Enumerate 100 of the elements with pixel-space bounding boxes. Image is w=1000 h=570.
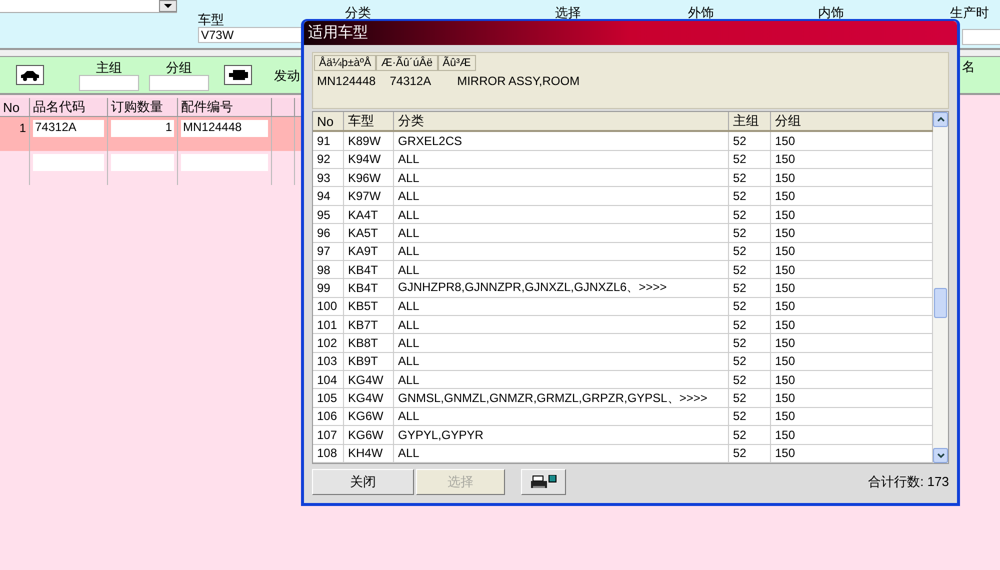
field-label: 主组 [96,60,122,74]
table-cell: 102 [313,334,344,352]
table-cell: 150 [770,444,932,462]
table-cell: 150 [770,334,932,352]
scrollbar-thumb[interactable] [934,288,947,318]
table-cell: KB5T [344,297,394,316]
column-header: Æ·Ãû´úÂë [376,55,438,71]
table-cell: 52 [728,444,770,462]
table-cell: 52 [728,260,770,279]
table-cell: 52 [728,334,770,352]
field-label: 内饰 [818,4,844,22]
table-cell: KG4W [344,388,394,408]
field-label: 选择 [555,4,581,22]
table-cell: KG6W [344,407,394,426]
table-cell: 150 [770,131,932,150]
column-header: 品名代码 [30,98,108,116]
engine-icon [228,68,248,82]
scroll-up-icon [936,116,944,123]
column-header: 分类 [394,112,728,132]
table-cell: 97 [313,242,344,260]
table-cell: KB4T [344,260,394,279]
dropdown-field[interactable] [0,0,177,13]
table-cell: 107 [313,426,344,444]
column-header: 主组 [728,112,770,132]
car-button[interactable] [16,65,44,85]
table-cell: ALL [394,297,728,316]
table-cell: KG4W [344,370,394,389]
table-cell: KB8T [344,334,394,352]
code-field[interactable]: 74312A [33,120,104,137]
engine-button[interactable] [224,65,252,85]
table-cell: 94 [313,186,344,206]
table-cell: 92 [313,150,344,169]
table-cell: 150 [770,370,932,389]
table-cell: KA5T [344,224,394,242]
close-button[interactable]: 关闭 [312,469,414,495]
part-number-field[interactable] [181,154,268,171]
column-header: 订购数量 [108,98,178,116]
print-button[interactable] [521,469,566,495]
table-cell: ALL [394,334,728,352]
table-cell: 52 [728,278,770,298]
table-cell: 150 [770,297,932,316]
table-cell: K96W [344,168,394,187]
model-field[interactable]: V73W [198,27,302,43]
column-header: No [313,112,344,132]
table-cell: 52 [728,150,770,169]
main-group-field[interactable] [79,74,139,90]
quantity-field[interactable] [111,154,174,171]
quantity-field[interactable]: 1 [111,120,174,137]
table-cell: ALL [394,352,728,371]
table-cell: 101 [313,315,344,334]
table-cell: KG6W [344,426,394,444]
table-cell: 150 [770,224,932,242]
table-cell: 150 [770,315,932,334]
table-cell: 100 [313,297,344,316]
table-cell: 104 [313,370,344,389]
table-cell: 108 [313,444,344,462]
table-cell: 150 [770,168,932,187]
table-cell: KH4W [344,444,394,462]
column-header: Ãû³Æ [438,55,476,71]
table-cell: ALL [394,260,728,279]
table-cell: 52 [728,370,770,389]
table-cell: KB9T [344,352,394,371]
table-cell: 150 [770,186,932,206]
table-cell: KB4T [344,278,394,298]
table-cell: 105 [313,388,344,408]
table-cell: GJNHZPR8,GJNNZPR,GJNXZL,GJNXZL6、>>>> [394,278,728,298]
table-cell: 106 [313,407,344,426]
table-cell: 52 [728,186,770,206]
table-cell: 150 [770,407,932,426]
row-count: 合计行数: 173 [868,473,949,491]
table-cell: 52 [728,426,770,444]
field-label: 车型 [198,12,225,27]
scrollbar[interactable] [933,112,948,463]
table-cell: 52 [728,315,770,334]
part-number-field[interactable]: MN124448 [181,120,268,137]
table-cell: ALL [394,444,728,462]
row-number: 1 [0,116,30,151]
field-label: 名 [962,59,975,74]
table-cell: 150 [770,205,932,224]
table-cell: 91 [313,131,344,150]
table-cell: ALL [394,407,728,426]
table-cell: 52 [728,388,770,408]
table-cell: 150 [770,242,932,260]
dialog-title: 适用车型 [304,21,957,45]
info-value: MN124448 [317,74,376,88]
code-field[interactable] [33,154,104,171]
field-label: 外饰 [688,4,714,22]
info-value: 74312A [390,74,432,88]
text-field[interactable] [962,29,1000,45]
table-cell: 150 [770,426,932,444]
table-cell: 150 [770,150,932,169]
sub-group-field[interactable] [149,74,209,90]
table-cell: ALL [394,205,728,224]
field-label: 分类 [345,4,371,22]
car-icon [19,69,41,81]
table-cell: 52 [728,242,770,260]
column-header: No [0,98,30,116]
table-cell: KA4T [344,205,394,224]
info-value: MIRROR ASSY,ROOM [457,74,580,88]
table-cell: K89W [344,131,394,150]
